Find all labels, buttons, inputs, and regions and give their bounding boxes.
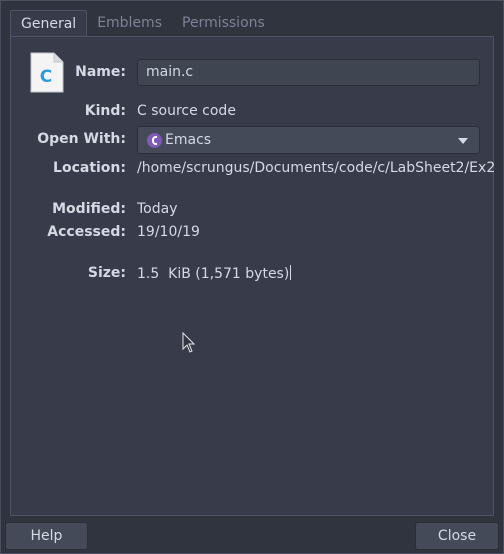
kind-label: Kind: xyxy=(84,103,126,119)
file-icon-letter: C xyxy=(40,67,52,87)
kind-value: C source code xyxy=(137,103,236,119)
tab-emblems[interactable]: Emblems xyxy=(87,10,172,36)
size-label: Size: xyxy=(87,265,126,281)
chevron-down-icon xyxy=(458,138,468,144)
open-with-label: Open With: xyxy=(37,131,126,147)
c-source-file-icon: C xyxy=(30,52,64,93)
name-label: Name: xyxy=(75,64,126,80)
text-caret xyxy=(290,265,292,280)
location-label: Location: xyxy=(53,160,126,176)
emacs-icon xyxy=(147,133,162,148)
size-value-container[interactable]: 1.5 KiB (1,571 bytes) xyxy=(137,265,292,282)
size-value: 1.5 KiB (1,571 bytes) xyxy=(137,266,290,282)
tab-permissions[interactable]: Permissions xyxy=(172,10,275,36)
accessed-label: Accessed: xyxy=(47,224,126,240)
modified-label: Modified: xyxy=(52,201,126,217)
modified-value: Today xyxy=(137,201,178,217)
open-with-value: Emacs xyxy=(165,132,212,148)
help-button[interactable]: Help xyxy=(5,522,88,550)
mouse-pointer-icon xyxy=(182,332,196,353)
name-field[interactable]: main.c xyxy=(137,59,480,86)
open-with-dropdown[interactable]: Emacs xyxy=(137,126,480,154)
tab-general[interactable]: General xyxy=(10,10,88,36)
close-button[interactable]: Close xyxy=(415,522,499,550)
tab-bar: General Emblems Permissions xyxy=(10,10,275,36)
location-value: /home/scrungus/Documents/code/c/LabSheet… xyxy=(137,160,496,176)
accessed-value: 19/10/19 xyxy=(137,224,200,240)
